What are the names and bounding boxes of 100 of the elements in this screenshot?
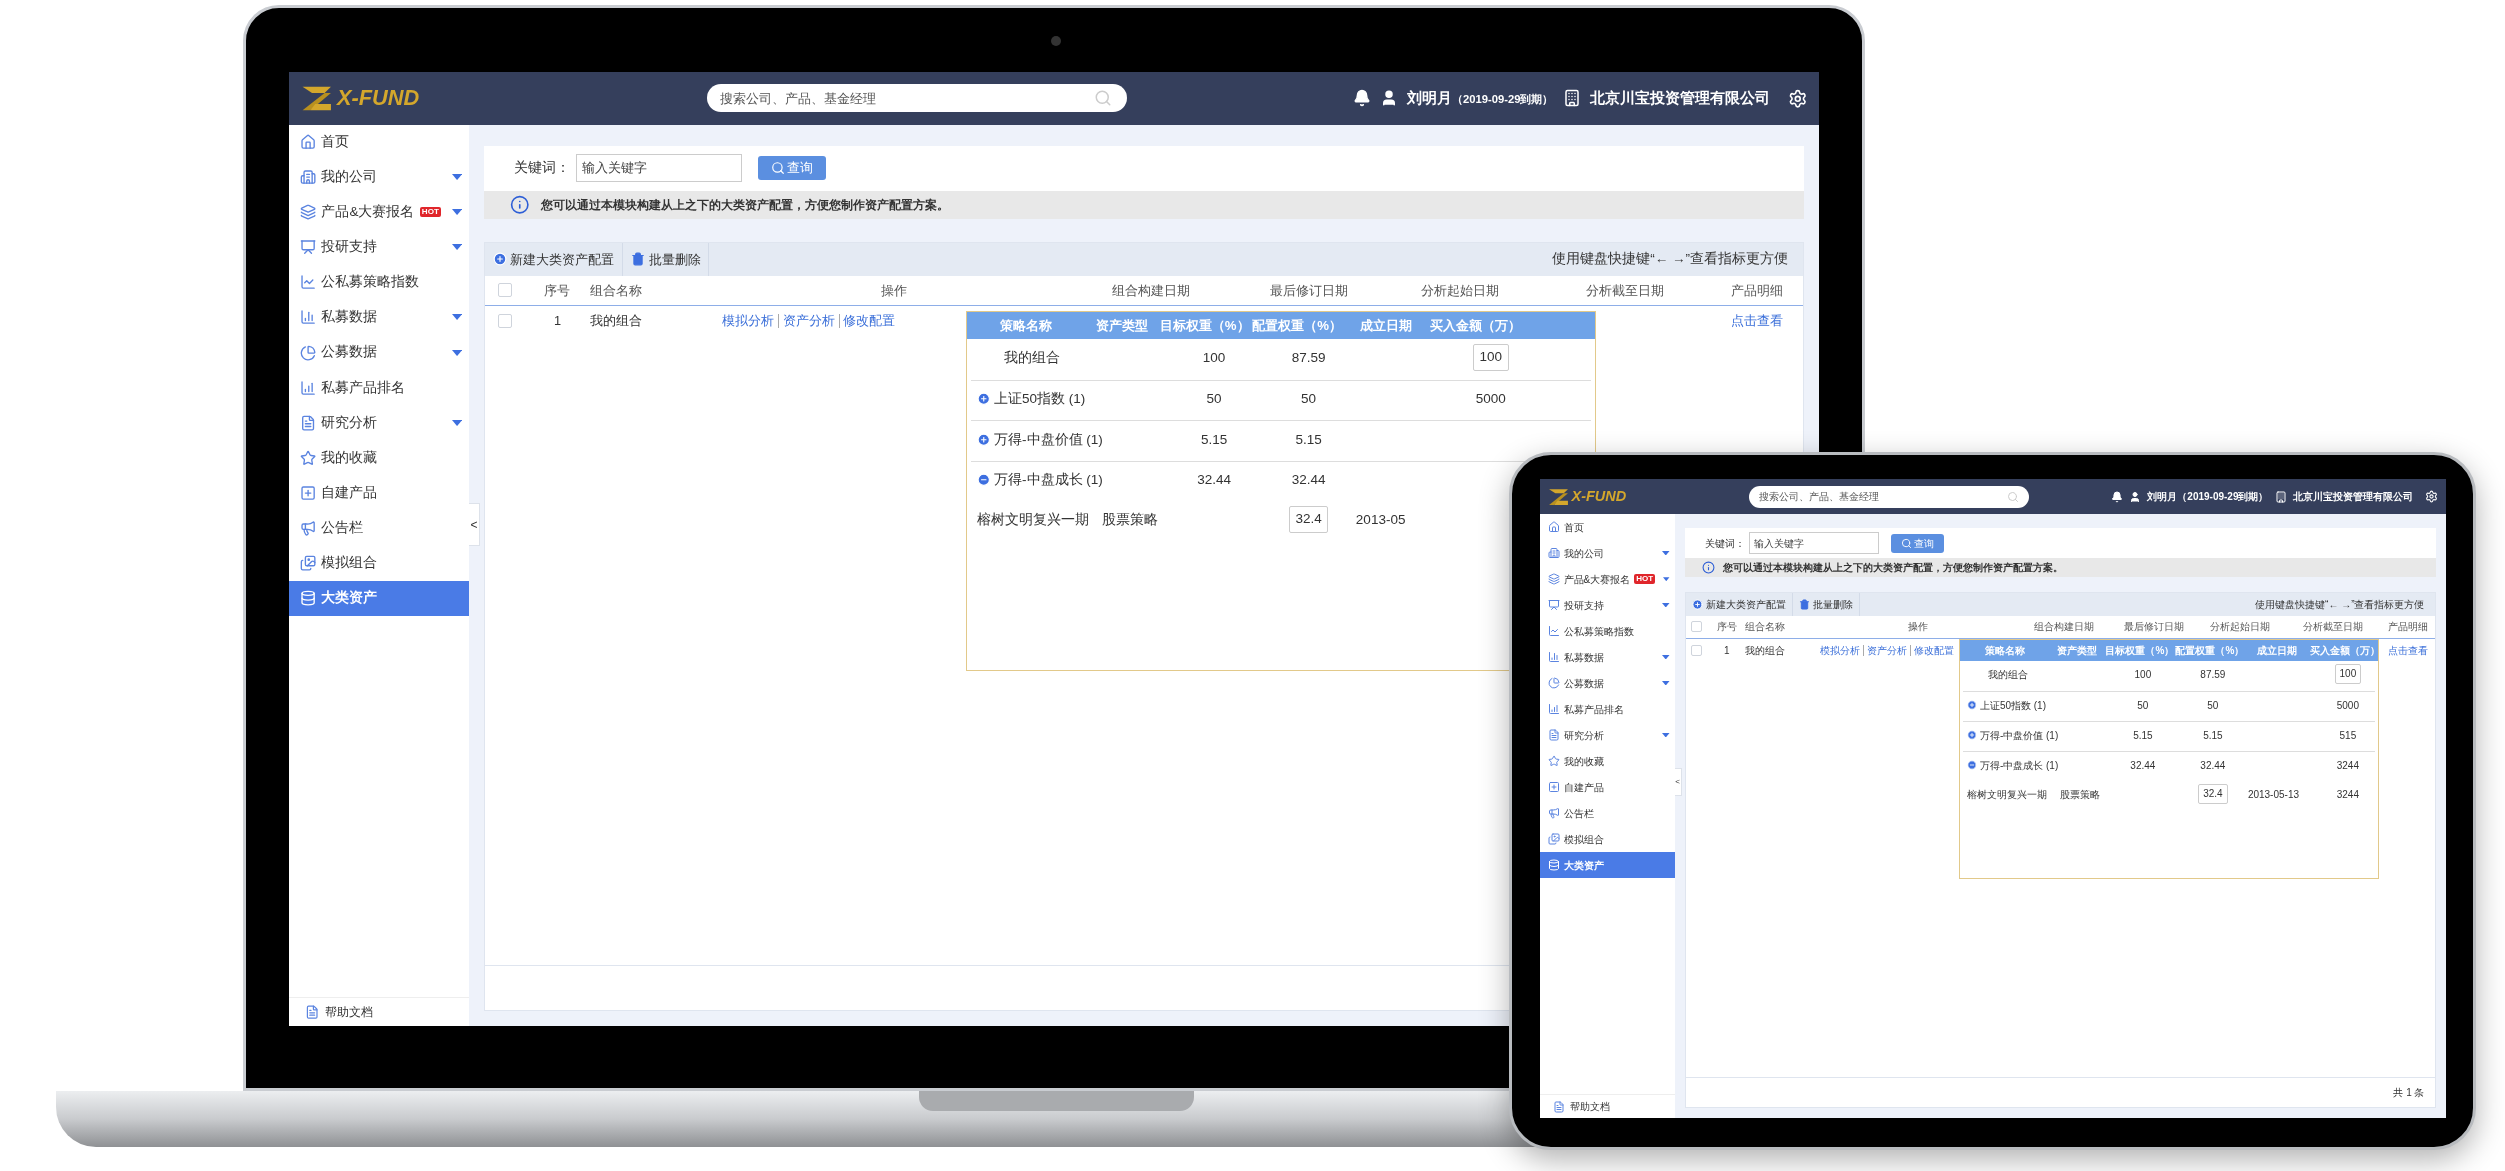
- sidebar-item[interactable]: 首页: [289, 124, 469, 160]
- action-link[interactable]: 修改配置: [1914, 643, 1955, 658]
- shortcut-hint: 使用键盘快捷键“← →”查看指标更方便: [2255, 597, 2425, 612]
- sidebar-item[interactable]: 公私募策略指数: [1539, 618, 1675, 644]
- house-icon: [1547, 521, 1560, 533]
- table-cell-text: 上证50指数 (1): [994, 390, 1086, 409]
- sidebar-item[interactable]: 自建产品: [1539, 774, 1675, 800]
- help-item[interactable]: 帮助文档: [1539, 1094, 1675, 1118]
- action-link[interactable]: 资产分析: [1867, 643, 1908, 658]
- checkbox[interactable]: [1691, 645, 1703, 656]
- plus-icon[interactable]: [976, 432, 990, 447]
- layers-icon: [1547, 573, 1560, 585]
- search-field[interactable]: 搜索公司、产品、基金经理: [1749, 485, 2030, 508]
- number-field[interactable]: 100: [2334, 663, 2362, 684]
- plus-icon[interactable]: [1966, 700, 1977, 710]
- action-link[interactable]: 修改配置: [843, 311, 896, 331]
- sidebar-item[interactable]: 模拟组合: [1539, 826, 1675, 852]
- sidebar-item[interactable]: 私募产品排名: [289, 370, 469, 406]
- column-header: 策略名称: [1984, 643, 2025, 658]
- search-field[interactable]: 搜索公司、产品、基金经理: [706, 84, 1127, 113]
- toolbar-button[interactable]: 新建大类资产配置: [485, 242, 624, 277]
- sidebar-item[interactable]: 私募产品排名: [1539, 696, 1675, 722]
- checkbox[interactable]: [497, 283, 512, 298]
- collapse-handle[interactable]: <: [469, 503, 480, 547]
- column-header: 序号: [544, 281, 571, 300]
- minus-icon[interactable]: [976, 473, 990, 487]
- building-icon: [1562, 89, 1581, 108]
- keyword-field[interactable]: 输入关键字: [1748, 532, 1879, 554]
- sidebar-item[interactable]: 公告栏: [1539, 800, 1675, 826]
- table-cell-text: 股票策略: [1101, 510, 1158, 529]
- sidebar-item[interactable]: 我的公司: [1539, 540, 1675, 566]
- notice-text: 您可以通过本模块构建从上之下的大类资产配置，方便您制作资产配置方案。: [1722, 561, 2063, 575]
- keyword-field[interactable]: 输入关键字: [576, 153, 742, 182]
- help-item[interactable]: 帮助文档: [289, 997, 469, 1026]
- toolbar-button[interactable]: 新建大类资产配置: [1685, 593, 1793, 616]
- toolbar-button[interactable]: 批量删除: [623, 242, 710, 277]
- sidebar-item[interactable]: 研究分析: [1539, 722, 1675, 748]
- settings-icon[interactable]: [1787, 88, 1807, 108]
- table-cell-text: 万得-中盘价值 (1): [1979, 728, 2059, 743]
- action-link[interactable]: 资产分析: [782, 311, 835, 331]
- checkbox[interactable]: [1691, 621, 1703, 632]
- table-cell-text: 5000: [1475, 390, 1506, 409]
- plus-icon[interactable]: [976, 392, 990, 406]
- detail-link[interactable]: 点击查看: [1730, 311, 1783, 331]
- sidebar-item[interactable]: 投研支持: [1539, 592, 1675, 618]
- sidebar-item[interactable]: 产品&大赛报名 HOT: [1539, 566, 1675, 592]
- column-header: 组合名称: [590, 281, 643, 300]
- column-header: 最后修订日期: [2123, 620, 2184, 634]
- bell-icon[interactable]: [1352, 89, 1371, 108]
- table-cell: 我的组合: [590, 313, 643, 329]
- bar-chart-icon: [1547, 703, 1560, 715]
- sidebar-item[interactable]: 大类资产: [289, 580, 469, 616]
- images-icon: [299, 555, 316, 572]
- bell-icon[interactable]: [2111, 490, 2124, 503]
- bar-chart-icon: [299, 379, 316, 396]
- sidebar-item[interactable]: 我的收藏: [289, 440, 469, 476]
- sidebar-item[interactable]: 自建产品: [289, 475, 469, 511]
- sidebar-item[interactable]: 产品&大赛报名 HOT: [289, 194, 469, 230]
- sidebar-item[interactable]: 首页: [1539, 514, 1675, 540]
- number-field[interactable]: 32.4: [2198, 783, 2228, 804]
- sidebar-item[interactable]: 公募数据: [289, 335, 469, 371]
- toolbar-button[interactable]: 批量删除: [1792, 593, 1860, 616]
- document-icon: [299, 414, 316, 431]
- collapse-handle[interactable]: <: [1674, 767, 1682, 797]
- checkbox[interactable]: [497, 313, 512, 328]
- action-link[interactable]: 模拟分析: [1820, 643, 1861, 658]
- sidebar-item[interactable]: 研究分析: [289, 405, 469, 441]
- table-cell-text: 5000: [2336, 698, 2359, 713]
- sidebar-item[interactable]: 公告栏: [289, 510, 469, 546]
- detail-link[interactable]: 点击查看: [2388, 643, 2429, 658]
- table-cell-text: 2013-05-13: [2247, 787, 2300, 802]
- sidebar-item[interactable]: 我的收藏: [1539, 748, 1675, 774]
- column-header: 分析起始日期: [1421, 281, 1500, 300]
- sidebar-item[interactable]: 公募数据: [1539, 670, 1675, 696]
- number-field[interactable]: 32.4: [1289, 505, 1329, 533]
- star-icon: [299, 449, 316, 466]
- table-cell: 我的组合: [1745, 645, 1786, 656]
- user-icon[interactable]: [2129, 490, 2142, 503]
- presentation-icon: [1547, 599, 1560, 611]
- sidebar-item[interactable]: 私募数据: [289, 299, 469, 336]
- database-icon: [1547, 859, 1560, 871]
- camera-icon: [1051, 36, 1061, 46]
- minus-icon[interactable]: [1966, 760, 1977, 770]
- column-header: 产品明细: [1730, 281, 1783, 300]
- column-header: 最后修订日期: [1269, 281, 1348, 300]
- shortcut-hint: 使用键盘快捷键“← →”查看指标更方便: [1552, 250, 1788, 269]
- plus-icon[interactable]: [1966, 730, 1977, 740]
- logo-icon: [301, 84, 333, 112]
- sidebar-item[interactable]: 公私募策略指数: [289, 264, 469, 300]
- action-link[interactable]: 模拟分析: [722, 311, 775, 331]
- sidebar-item[interactable]: 大类资产: [1539, 852, 1675, 878]
- table-cell-text: 我的组合: [1987, 667, 2028, 682]
- star-icon: [1547, 755, 1560, 767]
- sidebar-item[interactable]: 模拟组合: [289, 545, 469, 581]
- column-header: 操作: [880, 281, 907, 300]
- sidebar-item[interactable]: 我的公司: [289, 159, 469, 195]
- sidebar-item[interactable]: 私募数据: [1539, 644, 1675, 670]
- sidebar-item[interactable]: 投研支持: [289, 229, 469, 265]
- settings-icon[interactable]: [2424, 490, 2438, 503]
- number-field[interactable]: 100: [1473, 343, 1509, 371]
